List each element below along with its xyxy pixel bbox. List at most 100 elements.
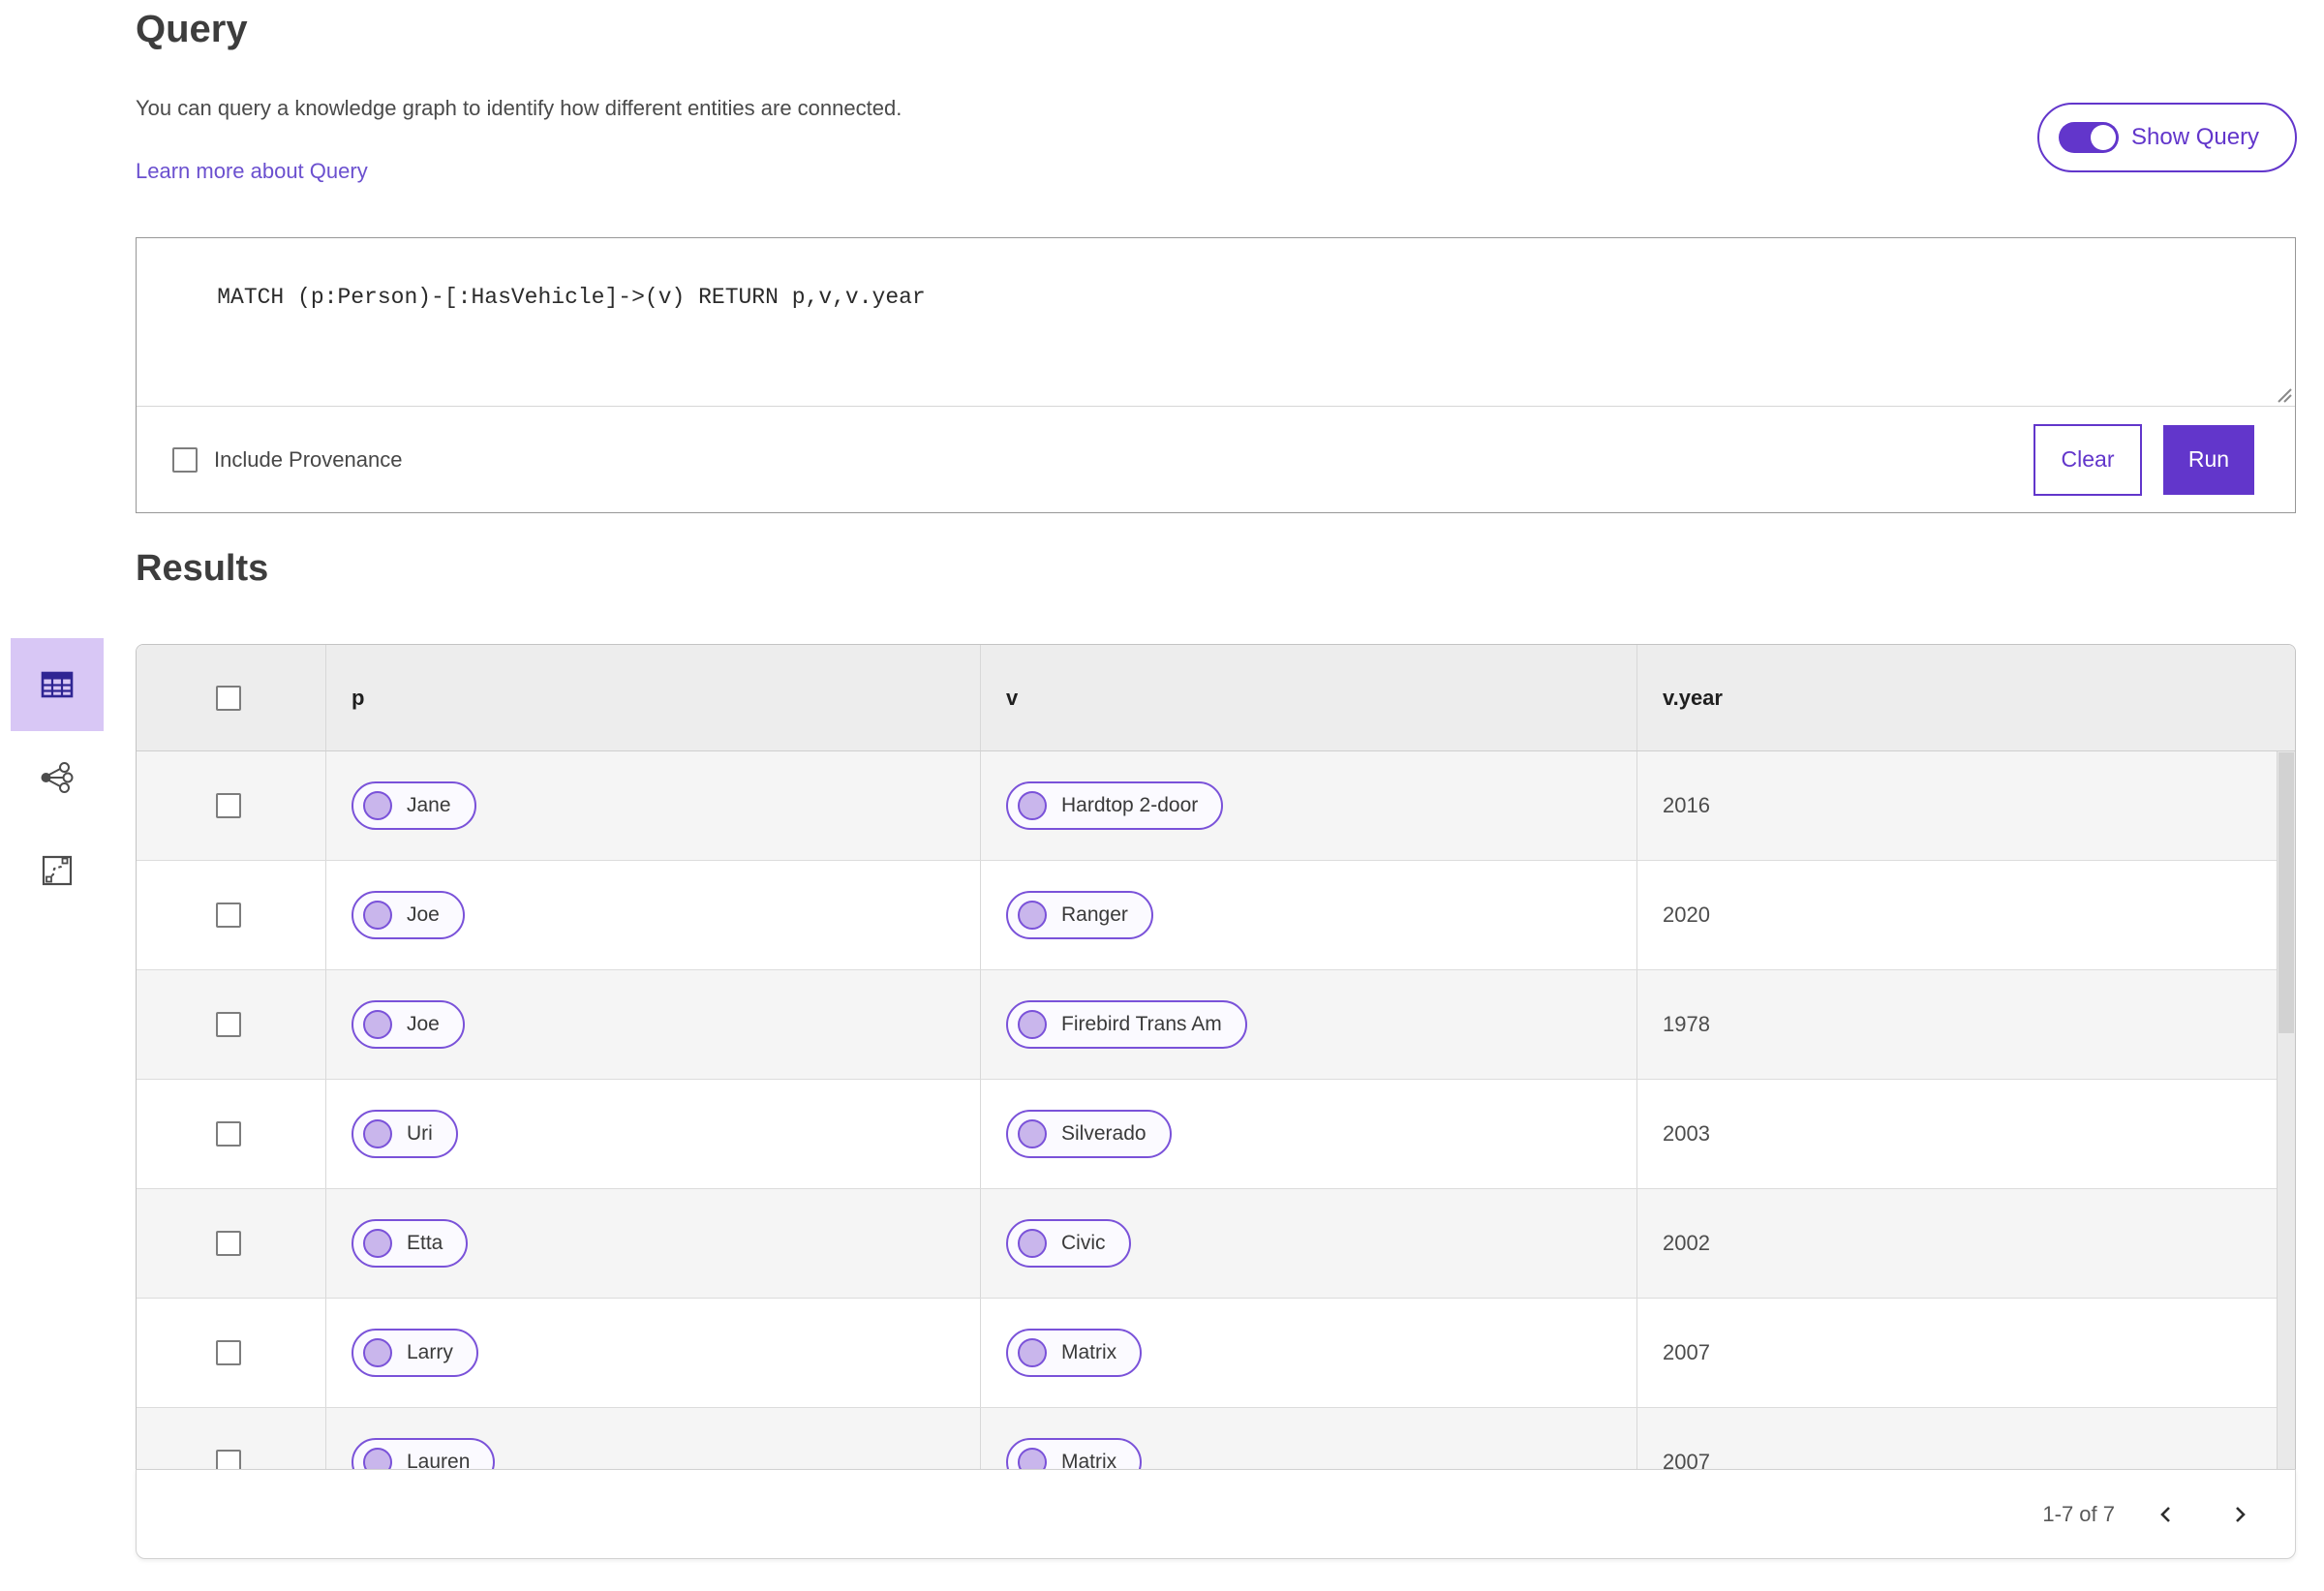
chevron-left-icon [2160, 1506, 2170, 1522]
header-checkbox-cell [137, 645, 326, 750]
row-checkbox-cell [137, 970, 326, 1079]
row-v-cell: Matrix [981, 1299, 1637, 1407]
row-p-pill-label: Uri [407, 1122, 433, 1145]
node-circle-icon [1018, 1338, 1047, 1367]
node-circle-icon [1018, 1119, 1047, 1148]
row-checkbox[interactable] [216, 1012, 241, 1037]
table-row: Jane Hardtop 2-door 2016 [137, 751, 2295, 861]
graph-icon [41, 762, 74, 793]
row-v-pill-label: Ranger [1061, 903, 1128, 926]
row-year: 2020 [1663, 903, 1710, 927]
row-year-cell: 2002 [1637, 1189, 2295, 1298]
row-v-cell: Hardtop 2-door [981, 751, 1637, 860]
table-row: Uri Silverado 2003 [137, 1080, 2295, 1189]
entity-pill-p[interactable]: Jane [352, 781, 476, 830]
query-panel: MATCH (p:Person)-[:HasVehicle]->(v) RETU… [136, 237, 2296, 513]
entity-pill-p[interactable]: Lauren [352, 1438, 496, 1469]
entity-pill-v[interactable]: Hardtop 2-door [1006, 781, 1224, 830]
row-checkbox[interactable] [216, 1450, 241, 1469]
query-textarea[interactable]: MATCH (p:Person)-[:HasVehicle]->(v) RETU… [137, 238, 2295, 407]
table-pagination-bar: 1-7 of 7 [136, 1469, 2296, 1559]
row-v-pill-label: Firebird Trans Am [1061, 1013, 1222, 1035]
scrollbar-thumb[interactable] [2278, 752, 2294, 1033]
entity-pill-v[interactable]: Silverado [1006, 1110, 1172, 1158]
run-button[interactable]: Run [2163, 424, 2254, 495]
toggle-switch-icon[interactable] [2059, 122, 2119, 153]
entity-pill-p[interactable]: Larry [352, 1329, 478, 1377]
entity-pill-p[interactable]: Etta [352, 1219, 469, 1268]
sidebar-item-graph-view[interactable] [11, 731, 104, 824]
column-header-vyear: v.year [1663, 685, 1723, 710]
row-year-cell: 2016 [1637, 751, 2295, 860]
row-p-pill-label: Jane [407, 794, 451, 816]
row-checkbox[interactable] [216, 1340, 241, 1365]
row-checkbox-cell [137, 1189, 326, 1298]
node-circle-icon [363, 901, 392, 930]
row-v-cell: Firebird Trans Am [981, 970, 1637, 1079]
node-circle-icon [1018, 1010, 1047, 1039]
resize-grip-icon[interactable] [2275, 385, 2292, 403]
query-actions-bar: Include Provenance Clear Run [137, 407, 2295, 512]
table-scrollbar[interactable] [2277, 751, 2295, 1469]
row-v-pill-label: Hardtop 2-door [1061, 794, 1199, 816]
row-year: 2007 [1663, 1340, 1710, 1364]
page-title: Query [136, 8, 248, 50]
row-p-pill-label: Joe [407, 903, 440, 926]
entity-pill-v[interactable]: Civic [1006, 1219, 1131, 1268]
include-provenance-label: Include Provenance [214, 446, 403, 472]
previous-page-button[interactable] [2144, 1492, 2188, 1537]
row-p-cell: Uri [326, 1080, 981, 1188]
row-year: 2016 [1663, 793, 1710, 817]
pagination-range-label: 1-7 of 7 [2042, 1501, 2115, 1526]
row-v-cell: Matrix [981, 1408, 1637, 1469]
row-year-cell: 2020 [1637, 861, 2295, 969]
row-checkbox[interactable] [216, 1231, 241, 1256]
page-description: You can query a knowledge graph to ident… [136, 96, 902, 120]
node-circle-icon [1018, 791, 1047, 820]
row-p-pill-label: Etta [407, 1232, 443, 1254]
row-checkbox-cell [137, 1299, 326, 1407]
entity-pill-p[interactable]: Joe [352, 891, 465, 939]
row-checkbox[interactable] [216, 1121, 241, 1147]
table-row: Larry Matrix 2007 [137, 1299, 2295, 1408]
entity-pill-v[interactable]: Firebird Trans Am [1006, 1000, 1247, 1049]
row-year-cell: 2003 [1637, 1080, 2295, 1188]
entity-pill-v[interactable]: Matrix [1006, 1438, 1143, 1469]
entity-pill-p[interactable]: Joe [352, 1000, 465, 1049]
next-page-button[interactable] [2217, 1492, 2262, 1537]
results-table: p v v.year Jane Hardtop 2-door 2016 Joe … [136, 644, 2296, 1469]
row-year: 1978 [1663, 1012, 1710, 1036]
row-p-cell: Larry [326, 1299, 981, 1407]
learn-more-link[interactable]: Learn more about Query [136, 159, 368, 184]
show-query-toggle[interactable]: Show Query [2037, 103, 2297, 172]
node-circle-icon [363, 1448, 392, 1469]
table-row: Joe Ranger 2020 [137, 861, 2295, 970]
entity-pill-v[interactable]: Ranger [1006, 891, 1153, 939]
row-checkbox[interactable] [216, 793, 241, 818]
toggle-knob [2091, 125, 2116, 150]
row-p-pill-label: Joe [407, 1013, 440, 1035]
row-v-pill-label: Civic [1061, 1232, 1106, 1254]
table-row: Lauren Matrix 2007 [137, 1408, 2295, 1469]
row-year: 2003 [1663, 1121, 1710, 1146]
row-v-pill-label: Matrix [1061, 1341, 1117, 1363]
clear-button[interactable]: Clear [2034, 423, 2142, 496]
entity-pill-v[interactable]: Matrix [1006, 1329, 1143, 1377]
node-circle-icon [1018, 901, 1047, 930]
row-year-cell: 1978 [1637, 970, 2295, 1079]
row-v-pill-label: Matrix [1061, 1451, 1117, 1469]
node-circle-icon [363, 1119, 392, 1148]
row-checkbox[interactable] [216, 903, 241, 928]
row-p-cell: Jane [326, 751, 981, 860]
row-checkbox-cell [137, 751, 326, 860]
node-circle-icon [1018, 1448, 1047, 1469]
sidebar-item-map-view[interactable] [11, 824, 104, 917]
select-all-checkbox[interactable] [216, 685, 241, 711]
row-p-pill-label: Larry [407, 1341, 453, 1363]
entity-pill-p[interactable]: Uri [352, 1110, 458, 1158]
include-provenance-checkbox[interactable] [172, 446, 198, 473]
row-p-cell: Joe [326, 970, 981, 1079]
column-header-v: v [981, 645, 1637, 750]
row-p-cell: Etta [326, 1189, 981, 1298]
sidebar-item-table-view[interactable] [11, 638, 104, 731]
